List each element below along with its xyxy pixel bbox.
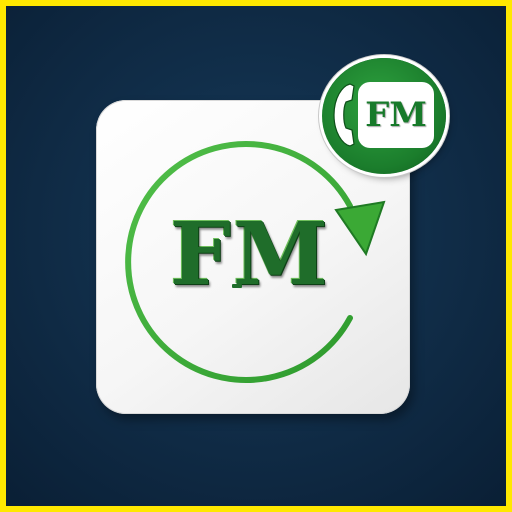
- logo-separator: [232, 284, 242, 288]
- phone-icon: [333, 83, 355, 147]
- phone-badge: FM: [322, 58, 446, 174]
- badge-label: FM: [365, 95, 427, 135]
- logo-main-text: FM: [169, 204, 331, 305]
